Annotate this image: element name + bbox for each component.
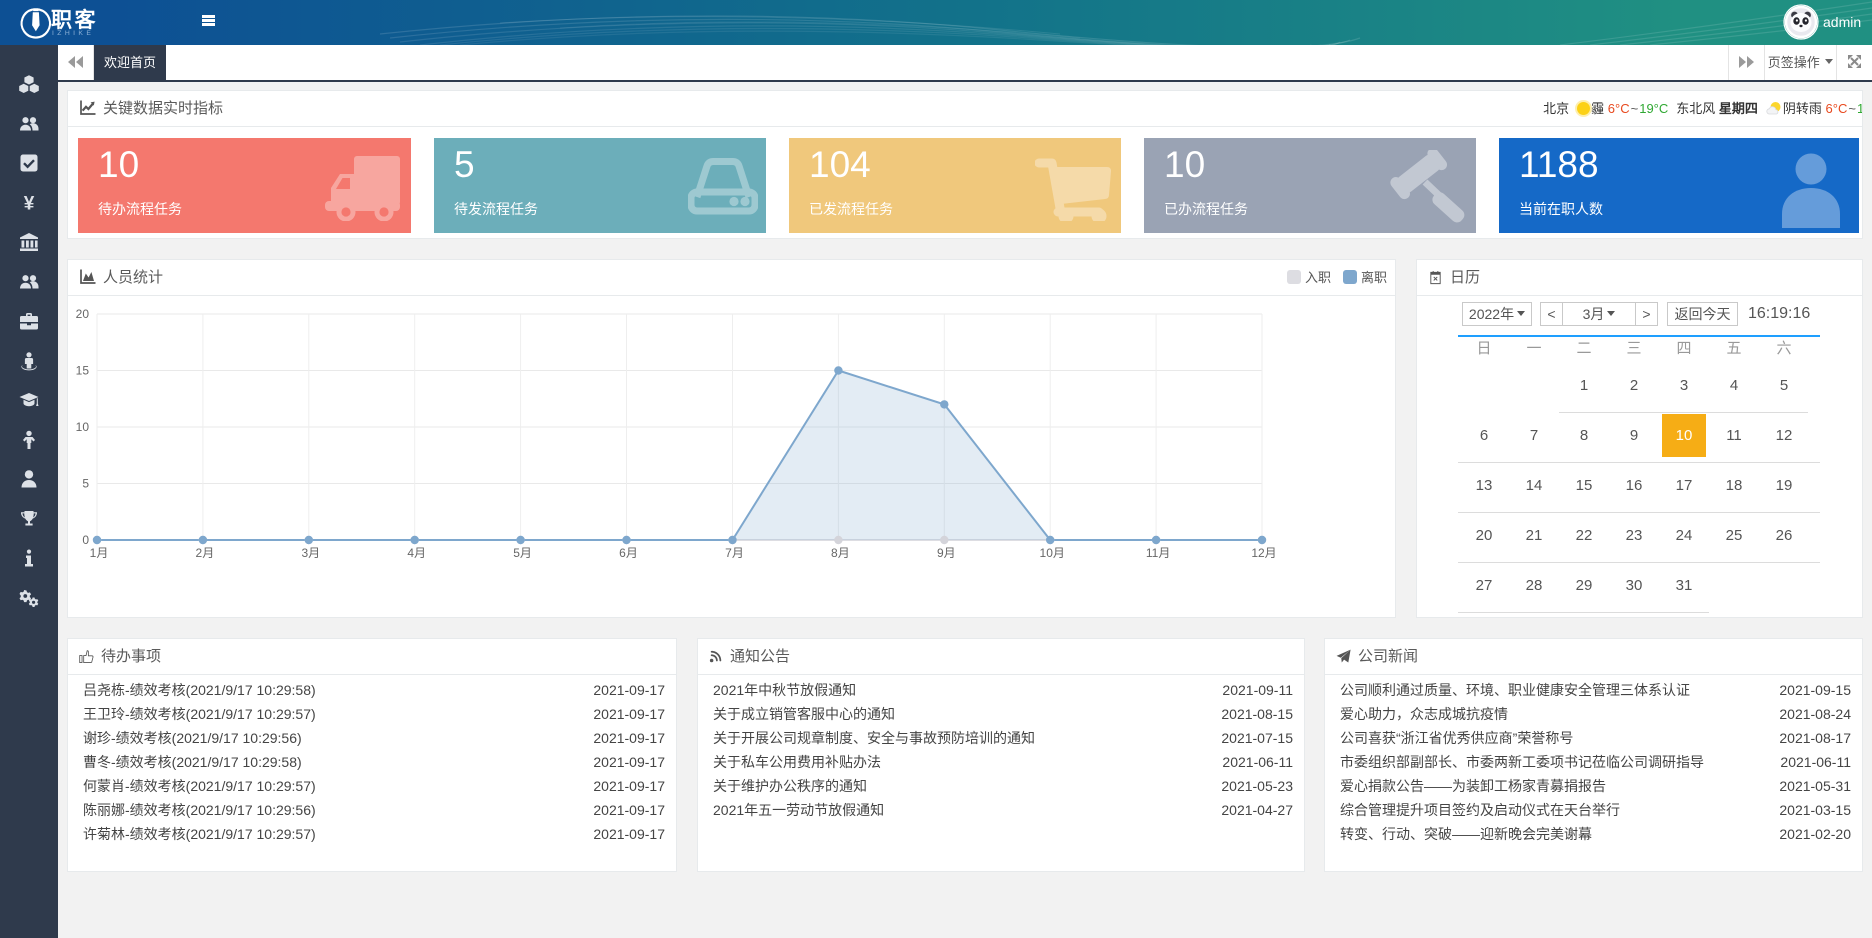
svg-text:3月: 3月: [301, 546, 320, 560]
svg-text:12月: 12月: [1251, 546, 1276, 560]
svg-text:8月: 8月: [831, 546, 850, 560]
svg-text:10月: 10月: [1040, 546, 1065, 560]
svg-text:11月: 11月: [1146, 546, 1170, 560]
svg-text:1月: 1月: [90, 546, 109, 560]
svg-text:4月: 4月: [407, 546, 426, 560]
svg-text:20: 20: [76, 307, 90, 321]
svg-text:5: 5: [82, 477, 89, 491]
svg-text:2月: 2月: [196, 546, 215, 560]
svg-text:5月: 5月: [513, 546, 532, 560]
svg-text:0: 0: [82, 533, 89, 547]
svg-text:10: 10: [76, 420, 90, 434]
svg-text:6月: 6月: [619, 546, 638, 560]
svg-text:9月: 9月: [937, 546, 956, 560]
svg-text:7月: 7月: [725, 546, 744, 560]
svg-text:15: 15: [76, 364, 90, 378]
svg-text:¥: ¥: [24, 194, 35, 214]
